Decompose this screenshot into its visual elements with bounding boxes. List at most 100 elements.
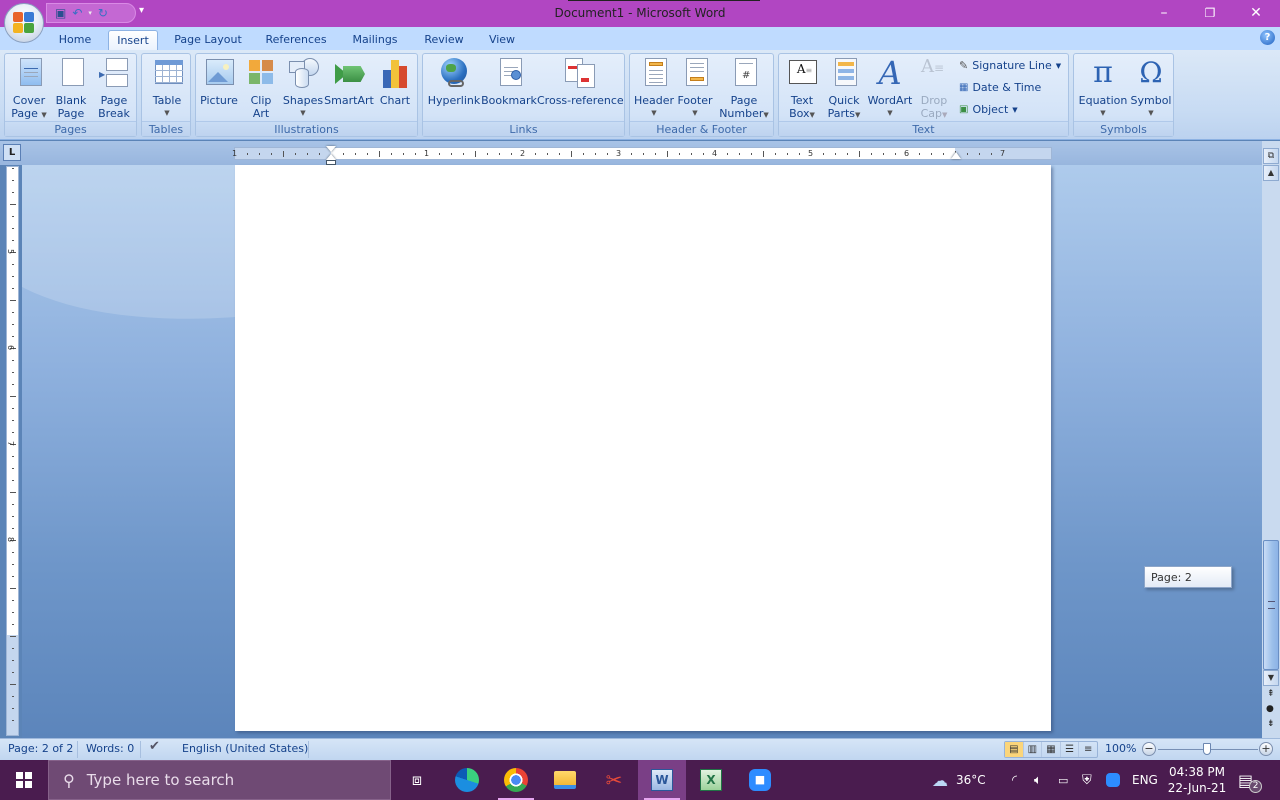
- quick-parts-button[interactable]: Quick Parts▼: [824, 56, 864, 122]
- word-count-status[interactable]: Words: 0: [86, 742, 134, 756]
- zoom-slider-thumb[interactable]: [1203, 743, 1211, 755]
- cover-page-button[interactable]: Cover Page ▼: [7, 56, 51, 122]
- table-button[interactable]: Table ▼: [145, 56, 189, 120]
- view-ruler-icon[interactable]: ⧉: [1263, 148, 1279, 164]
- chevron-down-icon: ▼: [1148, 109, 1154, 117]
- ruler-tick: [643, 153, 644, 155]
- scrollbar-thumb[interactable]: [1263, 540, 1279, 670]
- office-button[interactable]: [4, 3, 44, 43]
- notification-center-button[interactable]: ▤ 2: [1238, 760, 1263, 800]
- smartart-button[interactable]: SmartArt: [324, 56, 374, 107]
- undo-dropdown-icon[interactable]: ▾: [88, 4, 92, 22]
- object-button[interactable]: ▣ Object ▼: [959, 100, 1018, 120]
- vertical-ruler[interactable]: 5 6 7 8: [6, 166, 19, 736]
- drop-cap-button[interactable]: A≡ Drop Cap▼: [915, 56, 953, 122]
- input-language[interactable]: ENG: [1132, 760, 1158, 800]
- bookmark-button[interactable]: Bookmark: [481, 56, 537, 107]
- equation-button[interactable]: π Equation ▼: [1077, 56, 1129, 120]
- zoom-level[interactable]: 100%: [1105, 742, 1136, 756]
- minimize-button[interactable]: –: [1141, 0, 1187, 27]
- ruler-tick: [12, 564, 14, 565]
- blank-page-button[interactable]: Blank Page: [51, 56, 91, 120]
- redo-icon[interactable]: ↻: [98, 4, 108, 22]
- footer-button[interactable]: Footer ▼: [675, 56, 715, 120]
- cross-reference-button[interactable]: Cross-reference: [537, 56, 624, 107]
- help-icon[interactable]: ?: [1260, 30, 1275, 45]
- taskbar-search-box[interactable]: ⚲ Type here to search: [48, 760, 391, 800]
- symbol-button[interactable]: Ω Symbol ▼: [1130, 56, 1172, 120]
- chart-button[interactable]: Chart: [374, 56, 416, 107]
- taskbar-excel[interactable]: X: [687, 760, 735, 800]
- page-break-button[interactable]: ▶ Page Break: [93, 56, 135, 120]
- right-indent-marker[interactable]: [951, 152, 961, 159]
- date-time-button[interactable]: ▦ Date & Time: [959, 78, 1041, 98]
- tab-insert[interactable]: Insert: [108, 30, 158, 50]
- wordart-button[interactable]: A WordArt ▼: [866, 56, 914, 120]
- footer-icon: [679, 56, 711, 90]
- tab-mailings[interactable]: Mailings: [345, 30, 405, 50]
- draft-view-icon[interactable]: ≡: [1079, 742, 1097, 757]
- ruler-tick: [12, 192, 14, 193]
- group-illustrations: Picture Clip Art Shapes ▼ SmartArt Chart…: [195, 53, 418, 137]
- previous-page-icon[interactable]: ⇞: [1267, 689, 1275, 699]
- next-page-icon[interactable]: ⇟: [1267, 719, 1275, 729]
- zoom-tray-icon[interactable]: [1106, 760, 1120, 800]
- picture-button[interactable]: Picture: [198, 56, 240, 107]
- scroll-up-button[interactable]: ▲: [1263, 165, 1279, 181]
- ruler-tick: [12, 264, 14, 265]
- wifi-icon[interactable]: ◜: [1012, 760, 1017, 800]
- ruler-number: 6: [904, 149, 910, 158]
- text-box-button[interactable]: A≡ Text Box▼: [782, 56, 822, 122]
- task-view-button[interactable]: ⧈: [393, 760, 441, 800]
- battery-icon[interactable]: ▭: [1058, 760, 1068, 800]
- volume-icon[interactable]: 🔈︎: [1034, 760, 1042, 800]
- clip-art-button[interactable]: Clip Art: [242, 56, 280, 120]
- scroll-down-button[interactable]: ▼: [1263, 670, 1279, 686]
- proofing-icon[interactable]: ✔: [149, 740, 160, 754]
- signature-line-button[interactable]: ✎ Signature Line ▼: [959, 56, 1061, 76]
- tab-page-layout[interactable]: Page Layout: [168, 30, 248, 50]
- ruler-tick: [10, 588, 16, 589]
- taskbar-snipping-tool[interactable]: ✂: [590, 760, 638, 800]
- clock[interactable]: 04:38 PM 22-Jun-21: [1166, 760, 1228, 800]
- page-number-button[interactable]: # Page Number▼: [717, 56, 771, 122]
- vertical-scrollbar[interactable]: ⧉ ▲ ▼ ⇞ ● ⇟: [1262, 141, 1280, 738]
- page-count-status[interactable]: Page: 2 of 2: [8, 742, 73, 756]
- restore-button[interactable]: ❐: [1187, 0, 1233, 27]
- first-line-indent-marker[interactable]: [326, 146, 336, 152]
- outline-view-icon[interactable]: ☰: [1061, 742, 1080, 757]
- undo-icon[interactable]: ↶: [72, 4, 82, 22]
- taskbar-chrome[interactable]: [492, 760, 540, 800]
- tab-selector-button[interactable]: L: [3, 144, 21, 161]
- taskbar-zoom[interactable]: ■: [736, 760, 784, 800]
- web-layout-view-icon[interactable]: ▦: [1042, 742, 1061, 757]
- save-icon[interactable]: ▣: [55, 4, 66, 22]
- header-button[interactable]: Header ▼: [633, 56, 675, 120]
- full-screen-reading-view-icon[interactable]: ▥: [1024, 742, 1043, 757]
- hyperlink-button[interactable]: Hyperlink: [427, 56, 481, 107]
- taskbar-edge[interactable]: [443, 760, 491, 800]
- tab-references[interactable]: References: [260, 30, 332, 50]
- customize-qat-icon[interactable]: ▾: [139, 5, 144, 16]
- start-button[interactable]: [0, 760, 48, 800]
- pi-icon: π: [1093, 55, 1113, 90]
- print-layout-view-icon[interactable]: ▤: [1005, 742, 1024, 757]
- shapes-button[interactable]: Shapes ▼: [282, 56, 324, 120]
- zoom-out-button[interactable]: −: [1142, 742, 1156, 756]
- horizontal-ruler[interactable]: 1 1 2 3 4 5 6 7: [232, 146, 1052, 165]
- cross-reference-icon: [563, 56, 595, 90]
- weather-widget[interactable]: ☁ 36°C: [932, 760, 986, 800]
- tab-view[interactable]: View: [482, 30, 522, 50]
- ruler-tick: [343, 153, 344, 155]
- language-status[interactable]: English (United States): [182, 742, 308, 756]
- close-button[interactable]: ✕: [1233, 0, 1279, 27]
- select-browse-object-icon[interactable]: ●: [1266, 704, 1274, 714]
- document-page[interactable]: [235, 165, 1051, 731]
- ruler-tick: [667, 151, 668, 157]
- taskbar-word[interactable]: W: [638, 760, 686, 800]
- tab-review[interactable]: Review: [418, 30, 470, 50]
- tab-home[interactable]: Home: [50, 30, 100, 50]
- security-shield-icon[interactable]: ⛨: [1082, 760, 1092, 800]
- taskbar-file-explorer[interactable]: [541, 760, 589, 800]
- zoom-in-button[interactable]: +: [1259, 742, 1273, 756]
